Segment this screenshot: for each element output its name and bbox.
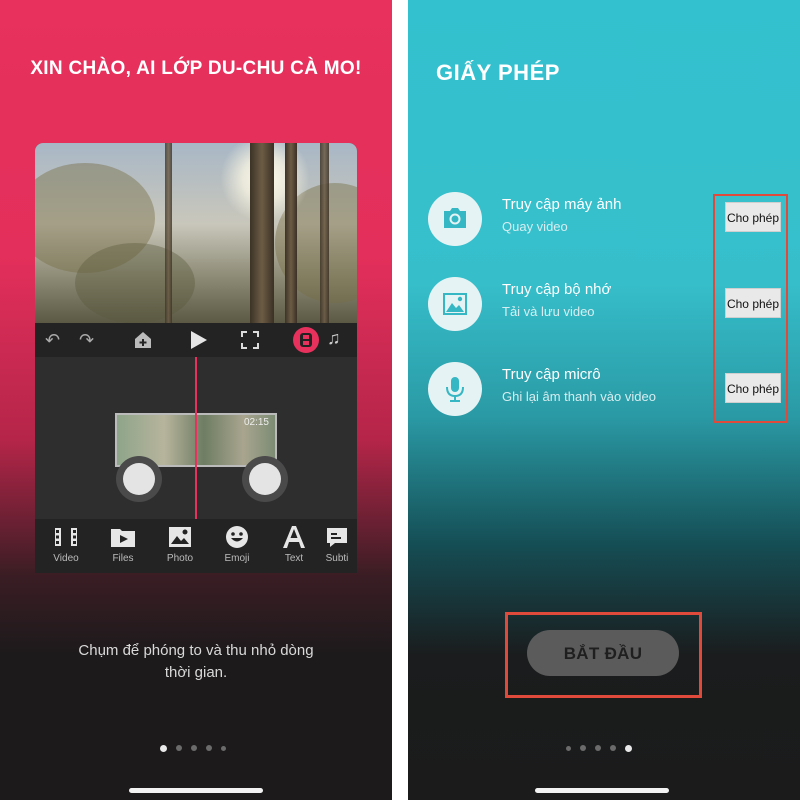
- photo-library-icon: [428, 277, 482, 331]
- image-icon: [169, 527, 191, 547]
- permission-subtitle: Ghi lại âm thanh vào video: [502, 389, 656, 404]
- welcome-title: XIN CHÀO, AI LỚP DU-CHU CÀ MO!: [30, 58, 362, 79]
- highlight-box-allow-buttons: [713, 194, 788, 423]
- tool-text[interactable]: Text: [266, 523, 322, 564]
- page-dot[interactable]: [625, 744, 632, 752]
- page-dot[interactable]: [206, 745, 212, 751]
- page-dot[interactable]: [566, 745, 571, 751]
- tool-subtitle[interactable]: Subti: [317, 523, 357, 564]
- music-icon[interactable]: ♫: [327, 327, 341, 349]
- play-icon[interactable]: [188, 330, 208, 350]
- add-clip-icon[interactable]: [133, 330, 153, 350]
- text-icon: [283, 526, 305, 548]
- editor-preview-image: ↶ ↷ ♫ 02:15 Video Files Photo Emoji Text…: [35, 143, 357, 573]
- permission-subtitle: Tải và lưu video: [502, 304, 595, 319]
- folder-play-icon: [111, 529, 135, 547]
- fullscreen-icon[interactable]: [240, 330, 260, 350]
- film-icon: [55, 528, 77, 546]
- camera-icon: [428, 192, 482, 246]
- page-dot[interactable]: [191, 745, 197, 751]
- playback-toolbar: ↶ ↷ ♫: [35, 323, 357, 357]
- playhead[interactable]: [195, 357, 197, 519]
- subtitle-icon: [327, 528, 347, 547]
- onboarding-caption: Chụm để phóng to và thu nhỏ dòng thời gi…: [78, 642, 314, 681]
- clip-duration: 02:15: [243, 417, 269, 428]
- undo-icon[interactable]: ↶: [45, 329, 60, 351]
- trim-handle-right[interactable]: [242, 456, 288, 502]
- permission-title: Truy cập máy ảnh: [502, 196, 622, 213]
- tool-bar: Video Files Photo Emoji Text Subti: [35, 519, 357, 573]
- page-dot[interactable]: [160, 744, 167, 752]
- home-indicator[interactable]: [535, 788, 669, 793]
- permissions-title: GIẤY PHÉP: [436, 60, 560, 85]
- tool-files[interactable]: Files: [95, 523, 151, 564]
- permission-title: Truy cập micrô: [502, 366, 601, 383]
- permission-subtitle: Quay video: [502, 219, 568, 234]
- page-indicator[interactable]: [566, 744, 632, 752]
- redo-icon[interactable]: ↷: [79, 329, 94, 351]
- onboarding-screen-permissions: GIẤY PHÉP Truy cập máy ảnh Quay video Tr…: [408, 0, 800, 800]
- page-dot[interactable]: [221, 745, 226, 751]
- microphone-icon: [428, 362, 482, 416]
- permission-title: Truy cập bộ nhớ: [502, 281, 612, 298]
- page-dot[interactable]: [176, 745, 182, 751]
- onboarding-screen-welcome: XIN CHÀO, AI LỚP DU-CHU CÀ MO! ↶ ↷ ♫ 02:…: [0, 0, 392, 800]
- trim-handle-left[interactable]: [116, 456, 162, 502]
- emoji-icon: [226, 526, 248, 548]
- tool-photo[interactable]: Photo: [152, 523, 208, 564]
- home-indicator[interactable]: [129, 788, 263, 793]
- page-indicator[interactable]: [160, 744, 226, 752]
- page-dot[interactable]: [610, 745, 616, 751]
- page-dot[interactable]: [595, 745, 601, 751]
- tool-video[interactable]: Video: [38, 523, 94, 564]
- video-mode-icon[interactable]: [293, 327, 319, 353]
- tool-emoji[interactable]: Emoji: [209, 523, 265, 564]
- timeline-area[interactable]: 02:15: [35, 357, 357, 519]
- page-dot[interactable]: [580, 745, 586, 751]
- video-frame: [35, 143, 357, 323]
- highlight-box-start-button: [505, 612, 702, 698]
